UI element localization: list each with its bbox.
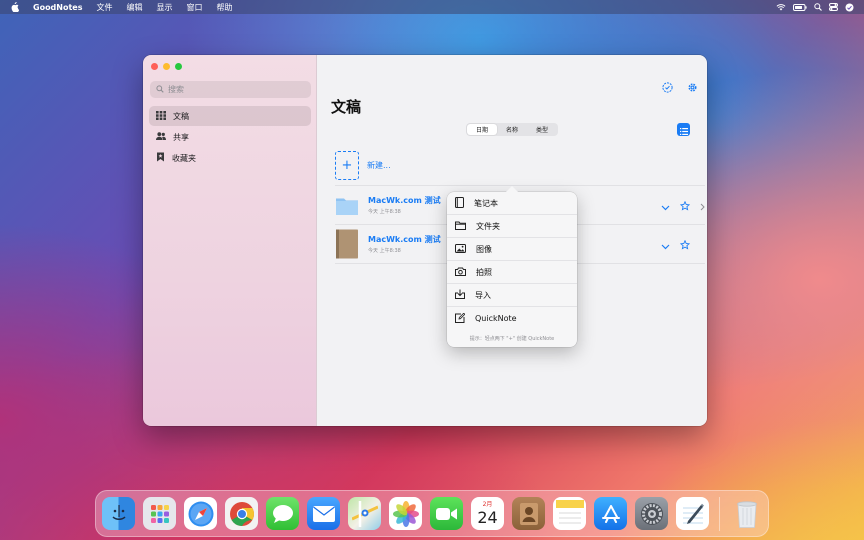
popover-arrow (506, 186, 518, 192)
facetime-icon[interactable] (430, 497, 463, 530)
safari-icon[interactable] (184, 497, 217, 530)
gear-icon[interactable] (687, 78, 698, 97)
menu-item-label: 导入 (475, 290, 491, 300)
sidebar-item-documents[interactable]: 文稿 (149, 106, 311, 126)
mail-icon[interactable] (307, 497, 340, 530)
minimize-button[interactable] (163, 63, 170, 70)
plus-icon[interactable]: + (335, 151, 359, 180)
system-preferences-icon[interactable] (635, 497, 668, 530)
new-item-popover: 笔记本 文件夹 图像 拍照 导入 QuickNote 提示：轻点两下 "+" 创… (447, 186, 577, 347)
star-icon[interactable] (679, 196, 691, 215)
menu-item-camera[interactable]: 拍照 (447, 261, 577, 284)
sidebar-item-shared[interactable]: 共享 (149, 127, 311, 147)
contacts-icon[interactable] (512, 497, 545, 530)
photos-icon[interactable] (389, 497, 422, 530)
new-label[interactable]: 新建... (367, 160, 391, 171)
battery-icon[interactable] (793, 3, 807, 11)
launchpad-icon[interactable] (143, 497, 176, 530)
wifi-icon[interactable] (776, 3, 786, 11)
window-controls (151, 63, 182, 70)
menu-item-notebook[interactable]: 笔记本 (447, 192, 577, 215)
quicknote-icon (455, 312, 466, 325)
app-store-icon[interactable] (594, 497, 627, 530)
import-icon (455, 289, 465, 301)
app-menu[interactable]: GoodNotes (33, 3, 83, 12)
siri-icon[interactable] (845, 3, 854, 12)
bookmark-icon (156, 152, 165, 164)
document-date: 今天 上午8:38 (368, 209, 401, 215)
trash-icon[interactable] (730, 497, 763, 530)
sidebar-nav: 文稿 共享 收藏夹 (149, 106, 311, 169)
zoom-button[interactable] (175, 63, 182, 70)
menu-view[interactable]: 显示 (157, 2, 173, 13)
camera-icon (455, 267, 466, 278)
chevron-down-icon[interactable] (661, 196, 670, 215)
grid-icon (156, 110, 166, 122)
dock: 2月 24 (95, 490, 769, 537)
apple-menu-icon[interactable] (10, 2, 19, 12)
chrome-icon[interactable] (225, 497, 258, 530)
notebook-thumbnail-icon (335, 229, 359, 259)
list-view-button[interactable] (677, 123, 690, 136)
document-date: 今天 上午8:38 (368, 248, 401, 254)
sidebar-item-label: 收藏夹 (172, 153, 196, 163)
goodnotes-window: 搜索 文稿 共享 收藏夹 文稿 日期 名称 类型 + 新建... MacWk.c… (143, 55, 707, 426)
control-center-icon[interactable] (829, 3, 838, 11)
menu-bar: GoodNotes 文件 编辑 显示 窗口 帮助 (0, 0, 864, 14)
image-icon (455, 243, 466, 255)
sidebar-item-favorites[interactable]: 收藏夹 (149, 148, 311, 168)
list-icon (679, 120, 688, 139)
menu-file[interactable]: 文件 (97, 2, 113, 13)
maps-icon[interactable] (348, 497, 381, 530)
folder-thumbnail-icon (335, 190, 359, 220)
search-icon[interactable] (814, 3, 822, 11)
close-button[interactable] (151, 63, 158, 70)
menubar-status-area (776, 3, 854, 12)
menu-help[interactable]: 帮助 (217, 2, 233, 13)
menu-edit[interactable]: 编辑 (127, 2, 143, 13)
menu-item-label: 笔记本 (474, 198, 498, 208)
page-title: 文稿 (331, 98, 362, 116)
menu-item-import[interactable]: 导入 (447, 284, 577, 307)
menu-item-label: 图像 (476, 244, 492, 254)
popover-hint: 提示：轻点两下 "+" 创建 QuickNote (469, 336, 555, 342)
sort-segmented-control: 日期 名称 类型 (466, 123, 558, 136)
row-actions (661, 196, 705, 215)
toolbar (662, 78, 698, 97)
calendar-icon[interactable]: 2月 24 (471, 497, 504, 530)
tab-sort-name[interactable]: 名称 (497, 124, 527, 135)
dock-separator (719, 496, 720, 531)
search-placeholder: 搜索 (168, 85, 184, 94)
chevron-right-icon[interactable] (700, 196, 705, 215)
tab-sort-type[interactable]: 类型 (527, 124, 557, 135)
document-name[interactable]: MacWk.com 测试 (368, 234, 441, 245)
menu-item-label: 拍照 (476, 267, 492, 277)
menu-item-label: 文件夹 (476, 221, 500, 231)
menu-window[interactable]: 窗口 (187, 2, 203, 13)
sidebar: 搜索 文稿 共享 收藏夹 (143, 55, 317, 426)
messages-icon[interactable] (266, 497, 299, 530)
row-actions (661, 235, 691, 254)
document-name[interactable]: MacWk.com 测试 (368, 195, 441, 206)
menu-item-quicknote[interactable]: QuickNote (447, 307, 577, 330)
menu-item-folder[interactable]: 文件夹 (447, 215, 577, 238)
menu-item-label: QuickNote (475, 314, 517, 323)
notebook-icon (455, 196, 464, 210)
notes-icon[interactable] (553, 497, 586, 530)
calendar-day: 24 (477, 508, 498, 527)
goodnotes-icon[interactable] (676, 497, 709, 530)
sidebar-item-label: 共享 (173, 132, 189, 142)
search-icon (156, 84, 164, 95)
select-icon[interactable] (662, 78, 673, 97)
people-icon (156, 132, 166, 142)
sidebar-item-label: 文稿 (173, 111, 189, 121)
finder-icon[interactable] (102, 497, 135, 530)
menu-item-image[interactable]: 图像 (447, 238, 577, 261)
star-icon[interactable] (679, 235, 691, 254)
folder-icon (455, 221, 466, 232)
tab-sort-date[interactable]: 日期 (467, 124, 497, 135)
new-document-row[interactable]: + 新建... (335, 151, 391, 180)
search-field[interactable]: 搜索 (150, 81, 311, 98)
chevron-down-icon[interactable] (661, 235, 670, 254)
